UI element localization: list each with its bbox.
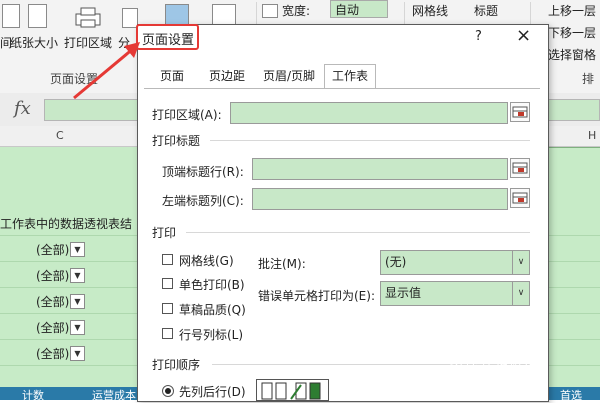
paper-size-icon	[28, 4, 47, 28]
radio-button	[162, 385, 174, 397]
print-titles-section: 打印标题	[152, 134, 201, 148]
top-rows-input[interactable]	[252, 158, 508, 180]
help-button[interactable]: ?	[475, 29, 482, 44]
errors-label: 错误单元格打印为(E):	[258, 289, 375, 303]
filter-value: (全部)	[36, 295, 70, 309]
comments-select[interactable]: (无) ∨	[380, 250, 530, 275]
print-area-picker-button[interactable]	[510, 102, 530, 122]
annotation-arrow-icon	[73, 42, 140, 100]
errors-select[interactable]: 显示值 ∨	[380, 281, 530, 306]
right-cells	[547, 147, 600, 293]
background-icon	[165, 4, 189, 26]
selection-pane-button[interactable]: 选择窗格	[548, 46, 596, 63]
close-button[interactable]: ×	[516, 25, 531, 46]
checkbox-box	[162, 328, 173, 339]
checkbox-box	[162, 254, 173, 265]
dropdown-arrow-icon[interactable]: ▼	[70, 320, 85, 335]
arrange-group-label: 排	[582, 72, 595, 86]
checkbox-label: 单色打印(B)	[179, 278, 245, 292]
print-order-section: 打印顺序	[152, 358, 201, 372]
chevron-down-icon: ∨	[512, 282, 529, 305]
width-label: 宽度:	[282, 4, 311, 18]
column-header-c[interactable]: C	[56, 129, 64, 142]
top-rows-picker-button[interactable]	[510, 158, 530, 178]
width-icon	[262, 4, 278, 18]
errors-value: 显示值	[385, 286, 422, 300]
left-columns-picker-button[interactable]	[510, 188, 530, 208]
filter-value: (全部)	[36, 347, 70, 361]
tab-margins[interactable]: 页边距	[198, 65, 256, 88]
status-item: 计数	[22, 389, 44, 402]
checkbox-label: 网格线(G)	[179, 254, 234, 268]
left-columns-label: 左端标题列(C):	[162, 194, 244, 208]
print-section: 打印	[152, 226, 177, 240]
width-select[interactable]: 自动	[330, 0, 388, 18]
fx-icon: fx	[14, 98, 31, 119]
filter-cell[interactable]: (全部) ▼	[36, 293, 85, 310]
checkbox-label: 草稿品质(Q)	[179, 303, 246, 317]
dropdown-arrow-icon[interactable]: ▼	[70, 242, 85, 257]
headings-label: 标题	[474, 4, 499, 18]
print-order-preview-icon	[256, 379, 329, 401]
checkbox-box	[162, 303, 173, 314]
sheet-text-cell[interactable]: 工作表中的数据透视表结	[0, 215, 132, 232]
bring-forward-button[interactable]: 上移一层	[548, 2, 596, 19]
watermark-subtitle: 助你轻松解决	[450, 354, 541, 369]
filter-value: (全部)	[36, 243, 70, 257]
filter-cell[interactable]: (全部) ▼	[36, 241, 85, 258]
column-header-h[interactable]: H	[588, 129, 596, 142]
checkbox-label: 行号列标(L)	[179, 328, 244, 342]
range-select-icon	[512, 106, 528, 118]
filter-value: (全部)	[36, 269, 70, 283]
comments-label: 批注(M):	[258, 257, 306, 271]
chevron-down-icon: ∨	[512, 251, 529, 274]
section-divider	[186, 232, 530, 233]
print-titles-icon	[212, 4, 236, 26]
radio-label: 先列后行(D)	[179, 385, 246, 399]
checkbox-box	[162, 278, 173, 289]
status-item: 首选	[560, 389, 582, 402]
range-select-icon	[512, 192, 528, 204]
filter-value: (全部)	[36, 321, 70, 335]
filter-cell[interactable]: (全部) ▼	[36, 319, 85, 336]
print-area-label: 打印区域(A):	[152, 108, 222, 122]
tab-header-footer[interactable]: 页眉/页脚	[256, 65, 322, 88]
dropdown-arrow-icon[interactable]: ▼	[70, 268, 85, 283]
gridlines-label: 网格线	[412, 4, 449, 18]
section-divider	[210, 140, 530, 141]
range-select-icon	[512, 162, 528, 174]
top-rows-label: 顶端标题行(R):	[162, 165, 244, 179]
filter-cell[interactable]: (全部) ▼	[36, 267, 85, 284]
tab-page[interactable]: 页面	[148, 65, 196, 88]
paper-size-label: 纸张大小	[10, 36, 59, 50]
dropdown-arrow-icon[interactable]: ▼	[70, 294, 85, 309]
print-area-input[interactable]	[230, 102, 508, 124]
radio-selected-dot	[165, 388, 171, 394]
send-backward-button[interactable]: 下移一层	[548, 24, 596, 41]
comments-value: (无)	[385, 255, 407, 269]
tab-sheet[interactable]: 工作表	[324, 64, 376, 89]
status-item: 运营成本	[92, 389, 136, 402]
dropdown-arrow-icon[interactable]: ▼	[70, 346, 85, 361]
printer-icon	[75, 7, 101, 28]
left-columns-input[interactable]	[252, 188, 508, 210]
watermark-title: 百科全说	[418, 319, 535, 352]
paper-size-button[interactable]: 纸张大小	[10, 0, 62, 60]
filter-cell[interactable]: (全部) ▼	[36, 345, 85, 362]
